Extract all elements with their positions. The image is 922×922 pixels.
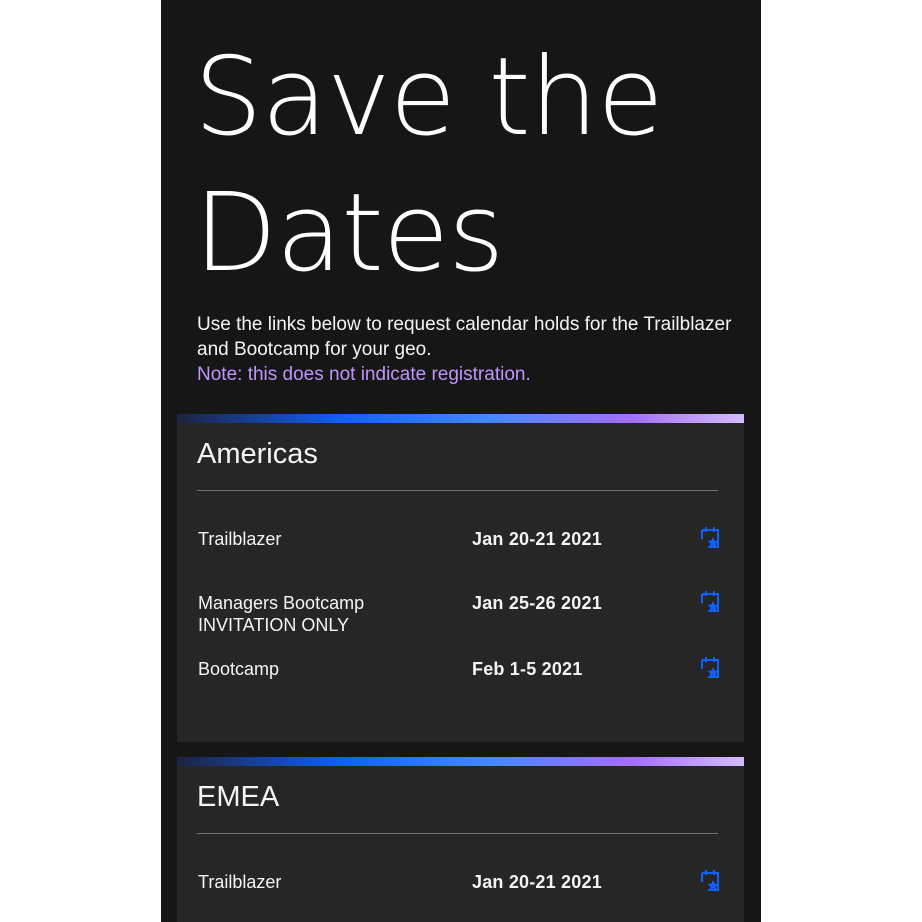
intro-text: Use the links below to request calendar … [197, 312, 737, 387]
event-subtitle: INVITATION ONLY [198, 615, 350, 635]
event-name: Managers Bootcamp INVITATION ONLY [198, 592, 458, 636]
event-row-bootcamp: Bootcamp Feb 1-5 2021 [198, 656, 723, 698]
event-row-trailblazer: Trailblazer Jan 20-21 2021 [198, 869, 723, 911]
event-name-label: Managers Bootcamp [198, 593, 365, 613]
event-date: Jan 20-21 2021 [472, 872, 602, 892]
event-name: Trailblazer [198, 528, 458, 550]
event-name: Trailblazer [198, 871, 458, 893]
event-date: Jan 25-26 2021 [472, 593, 602, 613]
title-line-1: Save the [194, 35, 664, 160]
divider [197, 833, 718, 834]
event-name-label: Trailblazer [198, 872, 282, 892]
save-the-dates-panel: Save the Dates Use the links below to re… [161, 0, 761, 922]
page-title: Save the Dates [194, 30, 664, 302]
event-name-label: Bootcamp [198, 659, 280, 679]
calendar-star-icon[interactable] [699, 590, 721, 614]
region-card-emea: EMEA Trailblazer Jan 20-21 2021 [177, 757, 744, 922]
region-card-americas: Americas Trailblazer Jan 20-21 2021 Mana… [177, 414, 744, 742]
intro-description: Use the links below to request calendar … [197, 314, 732, 360]
gradient-bar [177, 414, 744, 423]
event-date: Jan 20-21 2021 [472, 529, 602, 549]
region-title: EMEA [197, 781, 280, 813]
calendar-star-icon[interactable] [699, 526, 721, 550]
calendar-star-icon[interactable] [699, 656, 721, 680]
event-name: Bootcamp [198, 658, 458, 680]
event-row-managers-bootcamp: Managers Bootcamp INVITATION ONLY Jan 25… [198, 590, 723, 640]
event-date: Feb 1-5 2021 [472, 659, 583, 679]
divider [197, 490, 718, 491]
event-name-label: Trailblazer [198, 529, 282, 549]
region-title: Americas [197, 438, 318, 470]
calendar-star-icon[interactable] [699, 869, 721, 893]
title-line-2: Dates [194, 171, 504, 296]
registration-note: Note: this does not indicate registratio… [197, 364, 531, 385]
event-row-trailblazer: Trailblazer Jan 20-21 2021 [198, 526, 723, 568]
gradient-bar [177, 757, 744, 766]
